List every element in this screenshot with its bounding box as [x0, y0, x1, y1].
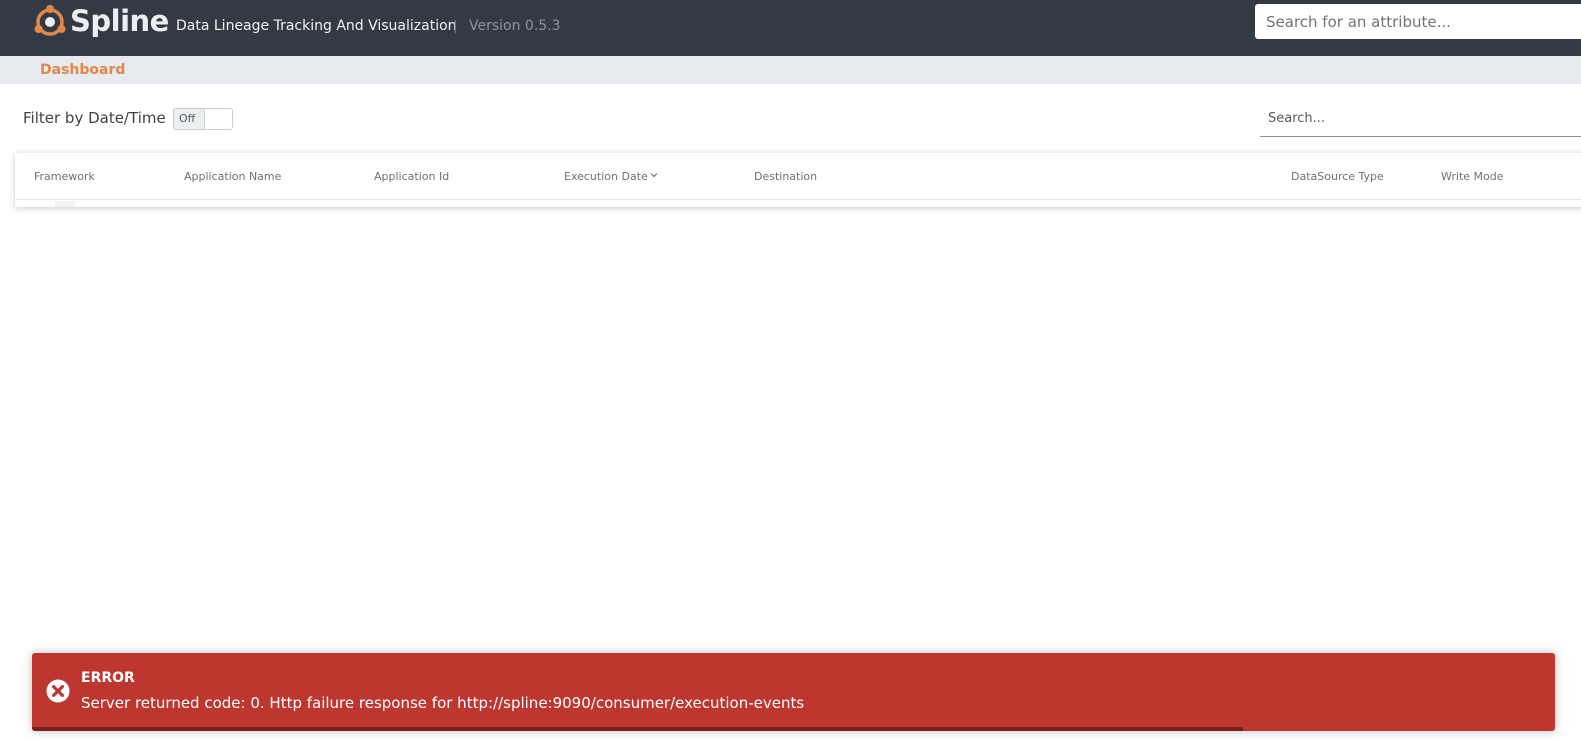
table-search-input[interactable]: [1260, 101, 1581, 137]
breadcrumb-dashboard-link[interactable]: Dashboard: [40, 62, 125, 78]
breadcrumb: Dashboard: [0, 56, 1581, 84]
execution-events-table: Framework Application Name Application I…: [15, 153, 1581, 207]
column-header-execution-date[interactable]: Execution Date: [564, 170, 658, 183]
brand-name: Spline: [70, 4, 169, 38]
column-header-execution-date-label: Execution Date: [564, 170, 648, 183]
date-filter-toggle[interactable]: Off: [173, 108, 233, 130]
spline-logo-icon: [34, 5, 66, 36]
brand-logo[interactable]: Spline: [32, 2, 169, 42]
column-header-application-name[interactable]: Application Name: [184, 170, 281, 183]
top-navbar: Spline Data Lineage Tracking And Visuali…: [0, 0, 1581, 56]
table-body-placeholder: [55, 201, 75, 207]
toast-message: Server returned code: 0. Http failure re…: [81, 694, 805, 712]
header-separator: |: [453, 19, 458, 34]
attribute-search-input[interactable]: [1255, 4, 1581, 39]
toggle-state-label: Off: [174, 109, 205, 129]
error-toast[interactable]: ERROR Server returned code: 0. Http fail…: [32, 653, 1555, 731]
column-header-datasource-type[interactable]: DataSource Type: [1291, 170, 1384, 183]
column-header-application-id[interactable]: Application Id: [374, 170, 449, 183]
column-header-framework[interactable]: Framework: [34, 170, 95, 183]
sort-descending-icon: [650, 173, 658, 178]
app-version: Version 0.5.3: [469, 18, 561, 34]
date-filter-label: Filter by Date/Time: [23, 109, 166, 127]
table-header-row: Framework Application Name Application I…: [15, 153, 1581, 200]
column-header-destination[interactable]: Destination: [754, 170, 817, 183]
column-header-write-mode[interactable]: Write Mode: [1441, 170, 1504, 183]
toast-progress-bar: [32, 727, 1243, 731]
app-subtitle: Data Lineage Tracking And Visualization: [176, 18, 457, 34]
error-circle-x-icon: [46, 679, 70, 703]
toast-title: ERROR: [81, 670, 135, 686]
